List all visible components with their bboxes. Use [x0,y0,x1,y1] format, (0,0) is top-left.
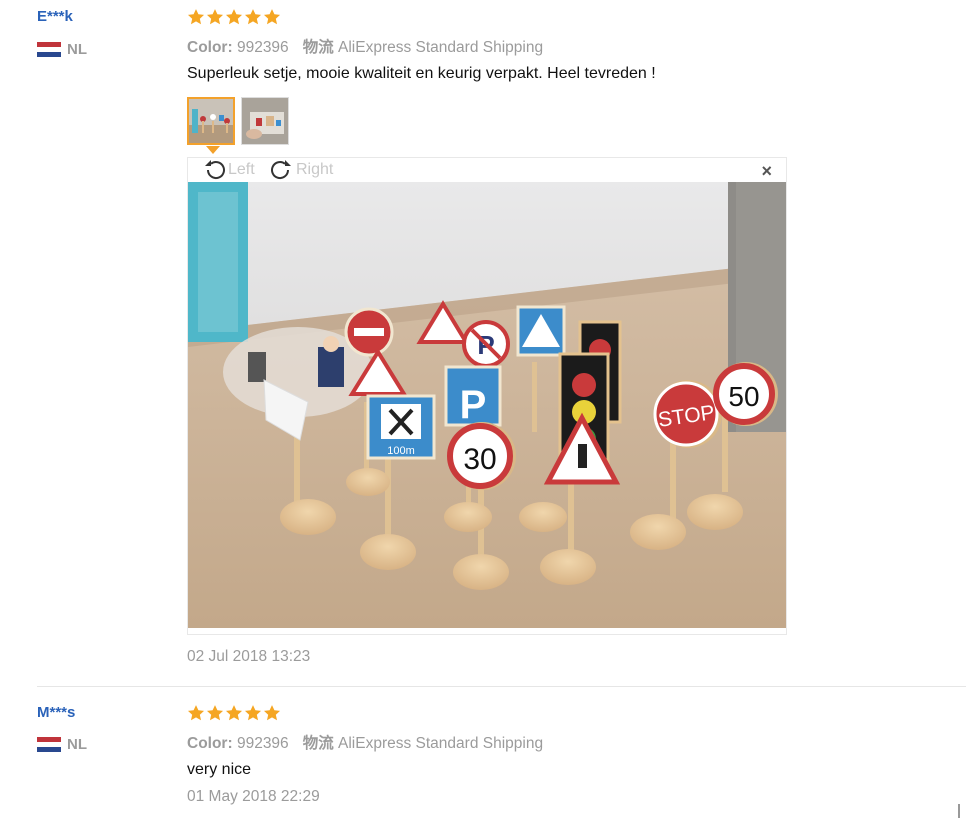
color-label: Color: [187,39,233,56]
star-icon [244,705,262,721]
review-item: E***k NL Color: 992396 物流 AliExpress Stan… [0,0,966,686]
shipping-value: AliExpress Standard Shipping [338,39,544,56]
star-icon [206,705,224,721]
color-value: 992396 [236,39,289,56]
color-value: 992396 [236,735,289,752]
photo-viewer: Left Right × P 100m 30 STOP 50 [187,157,787,635]
rotate-left-label: Left [228,161,255,178]
rotate-right-label: Right [296,161,334,178]
speed-50-sign-text: 50 [728,381,759,412]
rotate-right-button[interactable]: Right [268,159,333,181]
shipping-label: 物流 [302,735,334,752]
review-photo-thumbnail[interactable] [241,97,289,145]
star-icon [187,705,205,721]
buyer-name-link[interactable]: M***s [37,704,75,721]
scrollbar-handle[interactable] [958,804,960,818]
review-item: M***s NL Color: 992396 物流 AliExpress Stan… [0,687,966,820]
buyer-country: NL [37,41,87,58]
review-date: 02 Jul 2018 13:23 [187,648,311,665]
star-icon [225,705,243,721]
nl-flag-icon [37,42,61,57]
star-icon [225,9,243,25]
distance-sign-text: 100m [387,445,415,457]
country-code: NL [67,41,87,58]
rotate-left-icon [205,160,225,179]
review-photo-thumbnail[interactable] [187,97,235,145]
parking-sign-text: P [460,383,487,427]
review-thumbnails [187,97,289,145]
buyer-country: NL [37,736,87,753]
review-photo: P P [188,182,786,628]
star-icon [263,9,281,25]
star-icon [244,9,262,25]
speed-30-sign-text: 30 [463,443,496,476]
review-text: Superleuk setje, mooie kwaliteit en keur… [187,65,656,82]
star-rating [187,8,281,26]
order-info: Color: 992396 物流 AliExpress Standard Ship… [187,731,543,753]
star-icon [187,9,205,25]
review-date: 01 May 2018 22:29 [187,788,320,805]
close-viewer-icon[interactable]: × [761,162,772,180]
review-text: very nice [187,761,252,778]
star-icon [263,705,281,721]
active-thumbnail-pointer [206,146,220,154]
shipping-value: AliExpress Standard Shipping [338,735,544,752]
photo-viewer-toolbar: Left Right × [188,158,786,183]
nl-flag-icon [37,737,61,752]
order-info: Color: 992396 物流 AliExpress Standard Ship… [187,35,543,57]
country-code: NL [67,736,87,753]
shipping-label: 物流 [302,39,334,56]
buyer-name-link[interactable]: E***k [37,8,73,25]
rotate-right-icon [271,160,291,179]
rotate-left-button[interactable]: Left [202,159,255,181]
star-rating [187,704,281,722]
star-icon [206,9,224,25]
color-label: Color: [187,735,233,752]
